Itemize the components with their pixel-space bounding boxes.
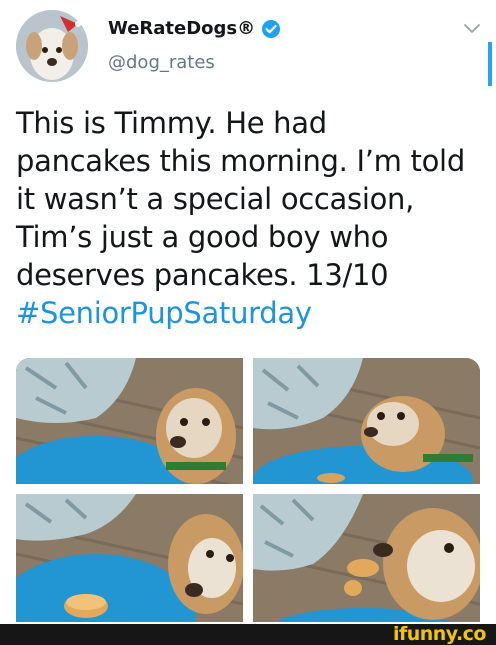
display-name[interactable]: WeRateDogs®: [108, 18, 255, 39]
tweet-text: This is Timmy. He had pancakes this morn…: [16, 104, 486, 332]
hashtag-link[interactable]: #SeniorPupSaturday: [16, 294, 486, 332]
tweet-line: it wasn’t a special occasion,: [16, 182, 415, 216]
dog-photo-2[interactable]: [253, 358, 480, 484]
chevron-down-icon[interactable]: [462, 22, 482, 36]
dog-photo-3[interactable]: [16, 494, 243, 622]
scrollbar[interactable]: [488, 42, 492, 86]
tweet-line: pancakes this morning. I’m told: [16, 144, 465, 178]
dog-photo-1[interactable]: [16, 358, 243, 484]
avatar[interactable]: [16, 10, 88, 82]
tweet-line: Tim’s just a good boy who: [16, 220, 389, 254]
watermark-bar: ifunny.co: [0, 624, 496, 645]
tweet-header: WeRateDogs® @dog_rates: [0, 0, 496, 90]
tweet-line: This is Timmy. He had: [16, 106, 327, 140]
user-handle[interactable]: @dog_rates: [108, 52, 215, 73]
dog-photo-4[interactable]: [253, 494, 480, 622]
tweet-line: deserves pancakes. 13/10: [16, 258, 389, 292]
dog-avatar-icon: [16, 10, 88, 82]
watermark-logo: ifunny.co: [392, 623, 487, 645]
name-row: WeRateDogs®: [108, 18, 281, 39]
photo-grid: [16, 358, 480, 622]
verified-badge-icon: [261, 19, 281, 39]
